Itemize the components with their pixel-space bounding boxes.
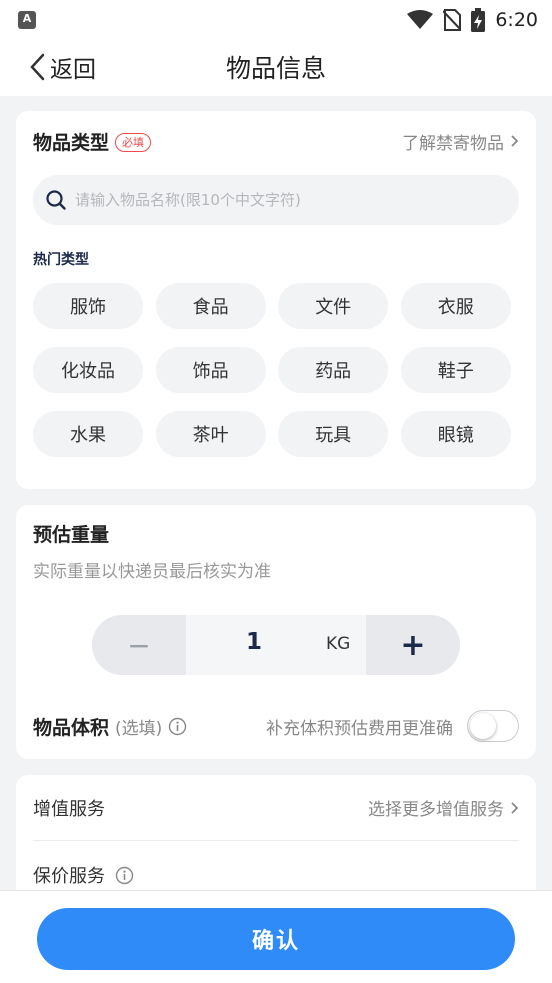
volume-optional-label: (选填) — [115, 718, 163, 739]
info-icon[interactable] — [168, 717, 187, 736]
volume-hint: 补充体积预估费用更准确 — [266, 718, 453, 739]
volume-toggle[interactable] — [467, 710, 519, 742]
status-time: 6:20 — [495, 9, 538, 31]
chip-chaye[interactable]: 茶叶 — [155, 411, 266, 457]
chip-fushi[interactable]: 服饰 — [33, 283, 143, 329]
hot-types-label: 热门类型 — [33, 252, 89, 268]
no-sim-icon — [443, 9, 462, 31]
weight-stepper: − 1 KG + — [92, 615, 460, 675]
hot-type-chips: 服饰 食品 文件 衣服 化妆品 饰品 药品 鞋子 水果 茶叶 玩具 眼镜 — [33, 283, 511, 457]
prohibited-items-label: 了解禁寄物品 — [402, 133, 504, 154]
item-type-title: 物品类型 — [33, 131, 110, 154]
weight-unit: KG — [326, 634, 351, 654]
chevron-right-icon — [511, 801, 519, 814]
app-notification-icon: A — [18, 11, 36, 29]
item-search-input[interactable] — [75, 191, 495, 209]
item-type-card: 物品类型必填 了解禁寄物品 热门类型 服饰 食品 文件 衣服 化妆品 饰品 药品… — [16, 111, 536, 489]
chip-wanju[interactable]: 玩具 — [278, 411, 389, 457]
back-label: 返回 — [50, 57, 96, 83]
volume-title: 物品体积 — [33, 716, 110, 739]
required-badge: 必填 — [115, 132, 152, 152]
info-icon[interactable] — [115, 866, 134, 885]
chip-huazhuangpin[interactable]: 化妆品 — [33, 347, 143, 393]
prohibited-items-link[interactable]: 了解禁寄物品 — [402, 129, 519, 154]
bottom-action-bar: 确认 — [0, 890, 552, 983]
weight-increase-button[interactable]: + — [366, 615, 460, 675]
chip-yaopin[interactable]: 药品 — [278, 347, 389, 393]
battery-charging-icon — [471, 8, 486, 32]
weight-decrease-button[interactable]: − — [92, 615, 186, 675]
chevron-right-icon — [511, 135, 519, 147]
more-services-link[interactable]: 选择更多增值服务 — [368, 795, 519, 820]
chevron-left-icon — [30, 53, 45, 81]
more-services-label: 选择更多增值服务 — [368, 800, 504, 820]
status-bar: A 6:20 — [0, 0, 552, 40]
chip-shipin-accessory[interactable]: 饰品 — [155, 347, 266, 393]
item-search-bar — [33, 175, 519, 225]
chip-shuiguo[interactable]: 水果 — [33, 411, 143, 457]
chip-shipin[interactable]: 食品 — [155, 283, 266, 329]
toggle-knob — [470, 713, 496, 739]
search-icon — [46, 190, 66, 210]
confirm-button[interactable]: 确认 — [37, 908, 515, 970]
value-added-service-row[interactable]: 增值服务 选择更多增值服务 — [33, 775, 519, 841]
value-added-label: 增值服务 — [33, 798, 105, 820]
volume-row: 物品体积 (选填) 补充体积预估费用更准确 — [33, 709, 519, 743]
weight-card: 预估重量 实际重量以快递员最后核实为准 − 1 KG + 物品体积 (选填) 补… — [16, 505, 536, 759]
chip-wenjian[interactable]: 文件 — [278, 283, 389, 329]
weight-value[interactable]: 1 — [246, 629, 262, 655]
chip-yifu[interactable]: 衣服 — [400, 283, 511, 329]
chip-yanjing[interactable]: 眼镜 — [400, 411, 511, 457]
insurance-label: 保价服务 — [33, 866, 105, 887]
nav-bar: 返回 物品信息 — [0, 40, 552, 96]
wifi-icon — [407, 10, 434, 29]
back-button[interactable]: 返回 — [28, 50, 96, 84]
weight-title: 预估重量 — [33, 523, 110, 546]
weight-subtitle: 实际重量以快递员最后核实为准 — [33, 562, 271, 582]
chip-xiezi[interactable]: 鞋子 — [400, 347, 511, 393]
